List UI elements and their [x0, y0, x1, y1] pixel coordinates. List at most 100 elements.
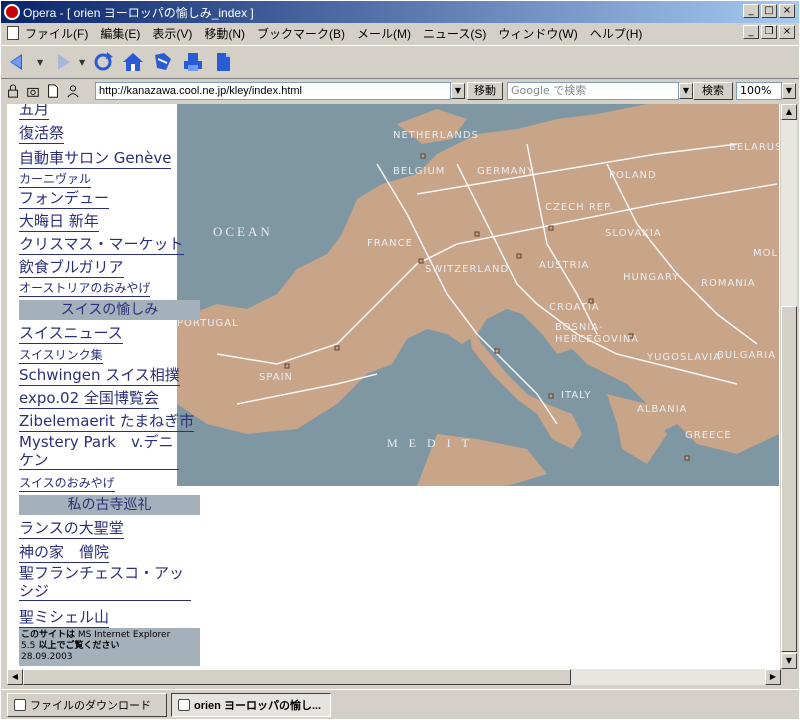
home-icon[interactable]	[121, 50, 145, 74]
nav-link-bulgaria-food[interactable]: 飲食ブルガリア	[19, 256, 124, 278]
search-button[interactable]: 検索	[693, 82, 733, 100]
scroll-left-icon[interactable]: ◀	[7, 669, 23, 685]
nav-link-new-year[interactable]: 大晦日 新年	[19, 210, 99, 232]
menu-file[interactable]: ファイル(F)	[19, 25, 94, 42]
document-icon	[7, 26, 19, 40]
nav-link-christmas-market[interactable]: クリスマス・マーケット	[19, 233, 184, 255]
map-label-bosnia: BOSNIA-HERCEGOVINA	[555, 322, 640, 345]
nav-link-reims-cathedral[interactable]: ランスの大聖堂	[19, 517, 124, 539]
security-lock-icon[interactable]	[5, 83, 21, 99]
menu-news[interactable]: ニュース(S)	[417, 25, 492, 42]
address-input[interactable]: http://kanazawa.cool.ne.jp/kley/index.ht…	[95, 82, 451, 100]
nav-link-carnival[interactable]: カーニヴァル	[19, 170, 92, 188]
map-label-albania: ALBANIA	[637, 404, 688, 415]
page-tab-icon	[178, 698, 190, 711]
page-icon[interactable]	[211, 50, 235, 74]
nav-link-mont-saint-michel[interactable]: 聖ミシェル山	[19, 606, 110, 628]
menu-bookmarks[interactable]: ブックマーク(B)	[251, 25, 351, 42]
menu-bar: ファイル(F) 編集(E) 表示(V) 移動(N) ブックマーク(B) メール(…	[1, 23, 799, 43]
forward-dropdown-icon[interactable]: ▼	[79, 58, 85, 67]
zoom-select[interactable]: 100%	[736, 82, 782, 100]
hotlist-icon[interactable]	[151, 50, 175, 74]
map-label-poland: POLAND	[609, 170, 657, 181]
nav-link-swiss-souvenirs[interactable]: スイスのおみやげ	[19, 474, 115, 492]
nav-link-austria-souvenirs[interactable]: オーストリアのおみやげ	[19, 279, 151, 297]
zoom-dropdown-icon[interactable]: ▼	[782, 83, 796, 99]
horizontal-scrollbar[interactable]: ◀ ▶	[7, 669, 781, 685]
new-page-icon[interactable]	[45, 83, 61, 99]
reload-icon[interactable]	[91, 50, 115, 74]
nav-link-schwingen[interactable]: Schwingen スイス相撲	[19, 364, 180, 386]
section-header-swiss: スイスの愉しみ	[19, 300, 200, 320]
map-label-germany: GERMANY	[477, 166, 535, 177]
section-header-temples: 私の古寺巡礼	[19, 495, 200, 515]
user-icon[interactable]	[65, 83, 81, 99]
menu-mail[interactable]: メール(M)	[351, 25, 417, 42]
nav-link-swiss-news[interactable]: スイスニュース	[19, 322, 123, 344]
map-label-spain: SPAIN	[259, 372, 294, 383]
back-dropdown-icon[interactable]: ▼	[37, 58, 43, 67]
horizontal-scroll-thumb[interactable]	[23, 669, 571, 685]
map-label-bulgaria: BULGARIA	[717, 350, 777, 361]
go-button[interactable]: 移動	[467, 82, 503, 100]
search-dropdown-icon[interactable]: ▼	[679, 83, 693, 99]
map-label-yugoslavia: YUGOSLAVIA	[647, 352, 722, 363]
forward-icon[interactable]	[49, 50, 73, 74]
map-label-belgium: BELGIUM	[393, 166, 446, 177]
map-label-belarus: BELARUS	[729, 142, 779, 153]
print-icon[interactable]	[181, 50, 205, 74]
scroll-up-icon[interactable]: ▲	[781, 104, 797, 120]
vertical-scrollbar[interactable]: ▲ ▼	[781, 104, 797, 669]
menu-help[interactable]: ヘルプ(H)	[584, 25, 649, 42]
map-label-czech: CZECH REP.	[545, 202, 614, 213]
vertical-scroll-thumb[interactable]	[781, 306, 797, 652]
europe-map-image: OCEAN NETHERLANDS BELGIUM GERMANY POLAND…	[177, 104, 779, 486]
map-label-ocean: OCEAN	[213, 224, 273, 239]
tab-current-page[interactable]: orien ヨーロッパの愉し...	[171, 692, 331, 717]
map-label-croatia: CROATIA	[549, 302, 600, 313]
map-label-moldova: MOLD	[753, 248, 779, 259]
nav-link-easter[interactable]: 復活祭	[19, 122, 65, 144]
nav-link-mystery-park[interactable]: Mystery Park v.デニケン	[19, 433, 179, 470]
minimize-button[interactable]: _	[743, 4, 759, 18]
back-icon[interactable]	[7, 50, 31, 74]
mdi-restore-button[interactable]: ❐	[761, 25, 777, 39]
page-content: OCEAN NETHERLANDS BELGIUM GERMANY POLAND…	[7, 104, 780, 669]
nav-link-swiss-links[interactable]: スイスリンク集	[19, 346, 103, 364]
browser-notice: このサイトは MS Internet Explorer 5.5 以上でご覧くださ…	[19, 628, 200, 666]
notice-version: 5.5	[21, 641, 36, 651]
nav-link-may[interactable]: 五月	[19, 104, 50, 120]
navigation-toolbar: ▼ ▼	[1, 45, 799, 79]
map-label-mediterranean: M E D I T	[387, 436, 473, 450]
address-dropdown-icon[interactable]: ▼	[451, 83, 465, 99]
map-label-slovakia: SLOVAKIA	[605, 228, 662, 239]
map-label-hungary: HUNGARY	[623, 272, 680, 283]
scroll-right-icon[interactable]: ▶	[765, 669, 781, 685]
map-label-romania: ROMANIA	[701, 278, 756, 289]
nav-link-zibelemaerit[interactable]: Zibelemaerit たまねぎ市	[19, 410, 195, 432]
map-label-austria: AUSTRIA	[539, 260, 590, 271]
mdi-close-button[interactable]: ×	[779, 25, 795, 39]
close-button[interactable]: ×	[779, 4, 795, 18]
search-input[interactable]: Google で検索	[507, 82, 679, 100]
mdi-minimize-button[interactable]: _	[743, 25, 759, 39]
scroll-down-icon[interactable]: ▼	[781, 653, 797, 669]
camera-icon[interactable]	[25, 83, 41, 99]
menu-navigate[interactable]: 移動(N)	[198, 25, 251, 42]
nav-link-auto-salon[interactable]: 自動車サロン Genève	[19, 147, 172, 169]
maximize-button[interactable]: □	[761, 4, 777, 18]
title-bar[interactable]: Opera - [ orien ヨーロッパの愉しみ_index ] _ □ ×	[1, 1, 799, 23]
nav-link-fondue[interactable]: フォンデュー	[19, 187, 110, 209]
map-label-switzerland: SWITZERLAND	[425, 264, 510, 275]
tab-downloads[interactable]: ファイルのダウンロード	[7, 692, 167, 717]
nav-link-assisi[interactable]: 聖フランチェスコ・アッシジ	[19, 564, 191, 601]
menu-edit[interactable]: 編集(E)	[94, 25, 146, 42]
nav-link-expo02[interactable]: expo.02 全国博覧会	[19, 387, 159, 409]
map-label-greece: GREECE	[685, 430, 732, 441]
browser-window: Opera - [ orien ヨーロッパの愉しみ_index ] _ □ × …	[0, 0, 800, 720]
tab-current-page-label: orien ヨーロッパの愉し...	[194, 699, 322, 712]
menu-view[interactable]: 表示(V)	[146, 25, 198, 42]
menu-window[interactable]: ウィンドウ(W)	[492, 25, 583, 42]
nav-link-monastery[interactable]: 神の家 僧院	[19, 541, 110, 563]
opera-logo-icon	[4, 4, 20, 20]
